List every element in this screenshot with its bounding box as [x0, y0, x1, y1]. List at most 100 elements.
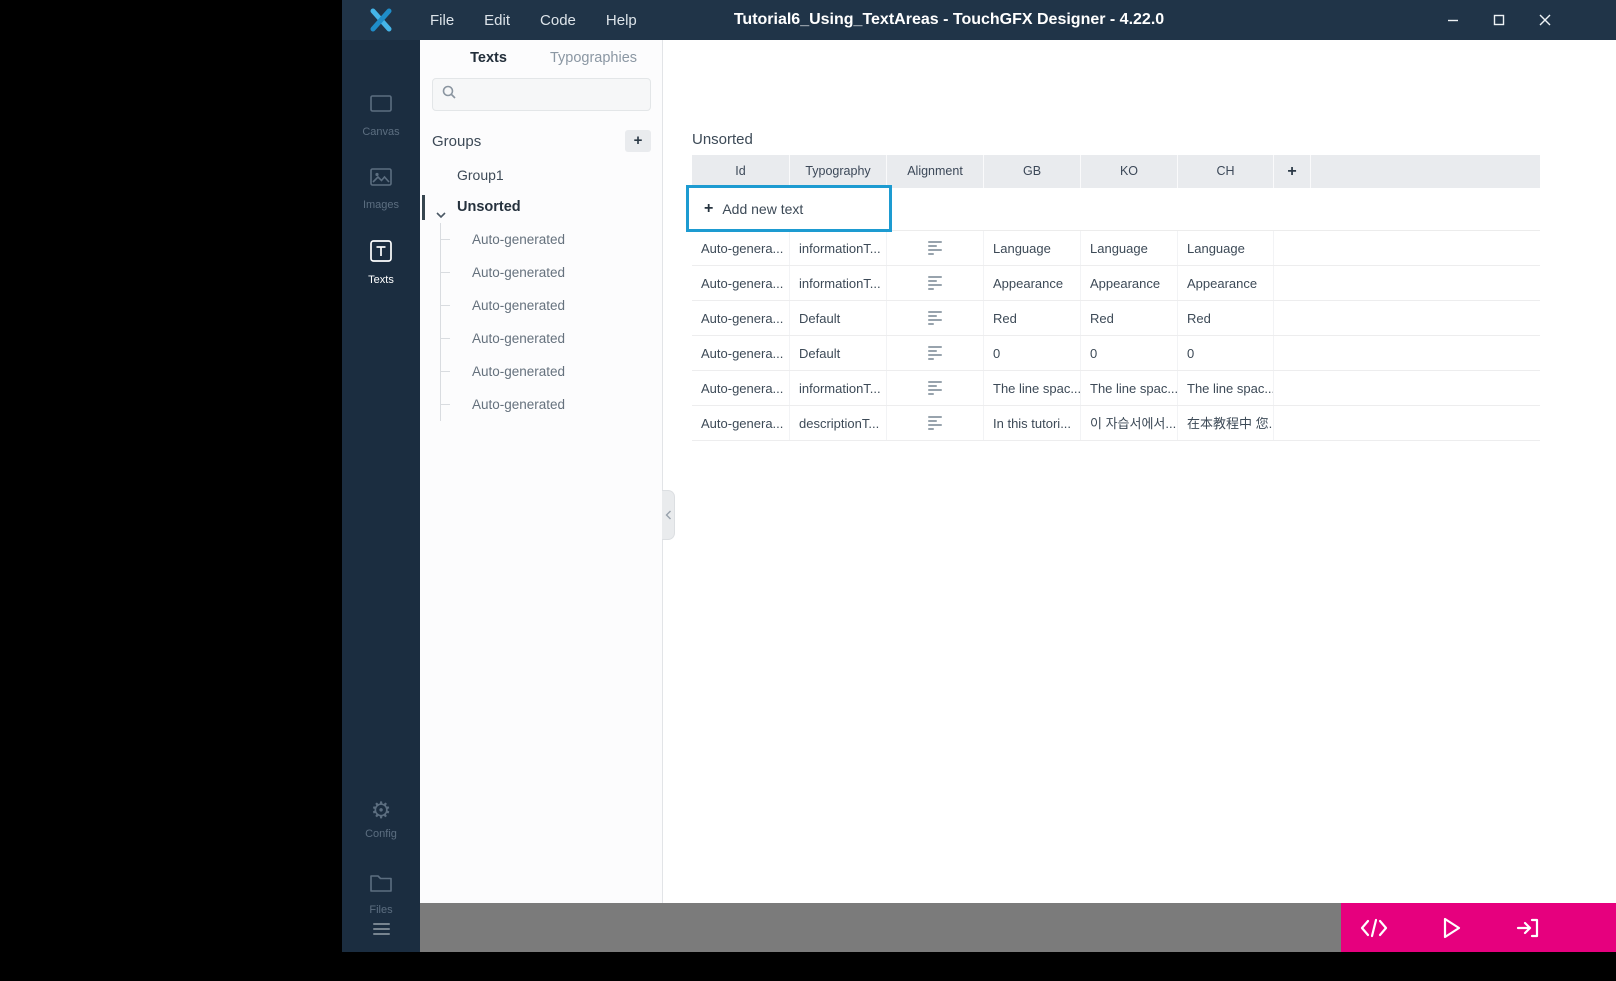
cell-id[interactable]: Auto-genera...: [692, 406, 790, 440]
menu-edit[interactable]: Edit: [484, 12, 510, 29]
column-header-ko[interactable]: KO: [1081, 155, 1178, 188]
sidebar-item-label: Files: [342, 904, 420, 916]
plus-icon: +: [704, 200, 713, 218]
cell-ko[interactable]: 0: [1081, 336, 1178, 370]
log-toggle-icon[interactable]: [342, 920, 420, 938]
add-group-button[interactable]: +: [625, 130, 651, 152]
table-header: Id Typography Alignment GB KO CH +: [692, 155, 1540, 188]
cell-ch[interactable]: Language: [1178, 231, 1274, 265]
cell-id[interactable]: Auto-genera...: [692, 301, 790, 335]
align-left-icon[interactable]: [887, 371, 984, 405]
action-bar: [1341, 903, 1616, 952]
panel-tabs: Texts Typographies: [420, 40, 662, 76]
tab-texts[interactable]: Texts: [436, 40, 541, 76]
cell-typography[interactable]: informationT...: [790, 266, 887, 300]
cell-ko[interactable]: Red: [1081, 301, 1178, 335]
minimize-button[interactable]: [1430, 0, 1476, 40]
search-input[interactable]: [463, 87, 642, 102]
menu-code[interactable]: Code: [540, 12, 576, 29]
add-language-button[interactable]: +: [1274, 155, 1311, 188]
cell-ch[interactable]: Appearance: [1178, 266, 1274, 300]
cell-gb[interactable]: Language: [984, 231, 1081, 265]
cell-gb[interactable]: In this tutori...: [984, 406, 1081, 440]
align-left-icon[interactable]: [887, 266, 984, 300]
window-controls: [1430, 0, 1568, 40]
search-icon: [441, 84, 457, 105]
cell-ko[interactable]: The line spac...: [1081, 371, 1178, 405]
align-left-icon[interactable]: [887, 406, 984, 440]
column-header-typography[interactable]: Typography: [790, 155, 887, 188]
tree-item-label: Unsorted: [457, 199, 521, 215]
cell-typography[interactable]: descriptionT...: [790, 406, 887, 440]
cell-id[interactable]: Auto-genera...: [692, 371, 790, 405]
selection-indicator: [422, 195, 425, 220]
run-target-button[interactable]: [1508, 908, 1548, 948]
header-filler: [1311, 155, 1540, 188]
sidebar-item-config[interactable]: ⚙ Config: [342, 798, 420, 840]
groups-header: Groups: [432, 133, 481, 150]
table-row: Auto-genera...Default000: [692, 336, 1540, 371]
cell-typography[interactable]: Default: [790, 336, 887, 370]
cell-ch[interactable]: 0: [1178, 336, 1274, 370]
cell-id[interactable]: Auto-genera...: [692, 266, 790, 300]
column-header-alignment[interactable]: Alignment: [887, 155, 984, 188]
cell-typography[interactable]: informationT...: [790, 231, 887, 265]
cell-ch[interactable]: 在本教程中 您...: [1178, 406, 1274, 440]
cell-ko[interactable]: Language: [1081, 231, 1178, 265]
column-header-ch[interactable]: CH: [1178, 155, 1274, 188]
panel-collapse-handle[interactable]: [662, 490, 675, 540]
images-icon: [368, 176, 394, 193]
tree-item-group1[interactable]: Group1: [420, 160, 662, 190]
run-simulator-button[interactable]: [1431, 908, 1471, 948]
touchgfx-logo-icon: [342, 0, 420, 40]
menu-file[interactable]: File: [430, 12, 454, 29]
align-left-icon[interactable]: [887, 301, 984, 335]
cell-ko[interactable]: 이 자습서에서...: [1081, 406, 1178, 440]
table-row: Auto-genera...informationT... The line sp…: [692, 371, 1540, 406]
cell-id[interactable]: Auto-genera...: [692, 231, 790, 265]
cell-ch[interactable]: The line spac...: [1178, 371, 1274, 405]
search-box: [432, 78, 651, 111]
cell-ko[interactable]: Appearance: [1081, 266, 1178, 300]
sidebar-item-canvas[interactable]: Canvas: [342, 92, 420, 138]
table-row: Auto-genera...descriptionT... In this tut…: [692, 406, 1540, 441]
tree-item-auto-generated[interactable]: Auto-generated: [441, 256, 662, 289]
cell-typography[interactable]: Default: [790, 301, 887, 335]
texts-table: Id Typography Alignment GB KO CH + + Add…: [692, 155, 1540, 441]
cell-gb[interactable]: 0: [984, 336, 1081, 370]
add-new-text-label: Add new text: [722, 201, 803, 217]
align-left-icon[interactable]: [887, 231, 984, 265]
cell-gb[interactable]: The line spac...: [984, 371, 1081, 405]
align-left-icon[interactable]: [887, 336, 984, 370]
sidebar-item-images[interactable]: Images: [342, 165, 420, 211]
sidebar-item-label: Images: [342, 199, 420, 211]
generate-code-button[interactable]: [1354, 908, 1394, 948]
menu-help[interactable]: Help: [606, 12, 637, 29]
tree-item-unsorted[interactable]: Unsorted: [420, 194, 662, 221]
cell-typography[interactable]: informationT...: [790, 371, 887, 405]
app-window: File Edit Code Help Tutorial6_Using_Text…: [342, 0, 1616, 952]
add-new-text-button[interactable]: + Add new text: [686, 185, 892, 232]
sidebar-item-files[interactable]: Files: [342, 872, 420, 916]
tree-item-auto-generated[interactable]: Auto-generated: [441, 322, 662, 355]
table-row: Auto-genera...informationT...LanguageLan…: [692, 231, 1540, 266]
cell-ch[interactable]: Red: [1178, 301, 1274, 335]
close-button[interactable]: [1522, 0, 1568, 40]
column-header-id[interactable]: Id: [692, 155, 790, 188]
config-gear-icon: ⚙: [371, 798, 392, 822]
table-row: Auto-genera...informationT...AppearanceA…: [692, 266, 1540, 301]
sidebar-item-texts[interactable]: Texts: [342, 238, 420, 286]
tree-item-auto-generated[interactable]: Auto-generated: [441, 289, 662, 322]
canvas-icon: [368, 103, 394, 120]
maximize-button[interactable]: [1476, 0, 1522, 40]
cell-gb[interactable]: Red: [984, 301, 1081, 335]
tree-item-auto-generated[interactable]: Auto-generated: [441, 223, 662, 256]
tree-item-auto-generated[interactable]: Auto-generated: [441, 355, 662, 388]
cell-id[interactable]: Auto-genera...: [692, 336, 790, 370]
cell-gb[interactable]: Appearance: [984, 266, 1081, 300]
add-text-row[interactable]: + Add new text: [692, 188, 1540, 231]
column-header-gb[interactable]: GB: [984, 155, 1081, 188]
tree-item-auto-generated[interactable]: Auto-generated: [441, 388, 662, 421]
tab-typographies[interactable]: Typographies: [541, 40, 646, 76]
texts-icon: [368, 251, 394, 268]
